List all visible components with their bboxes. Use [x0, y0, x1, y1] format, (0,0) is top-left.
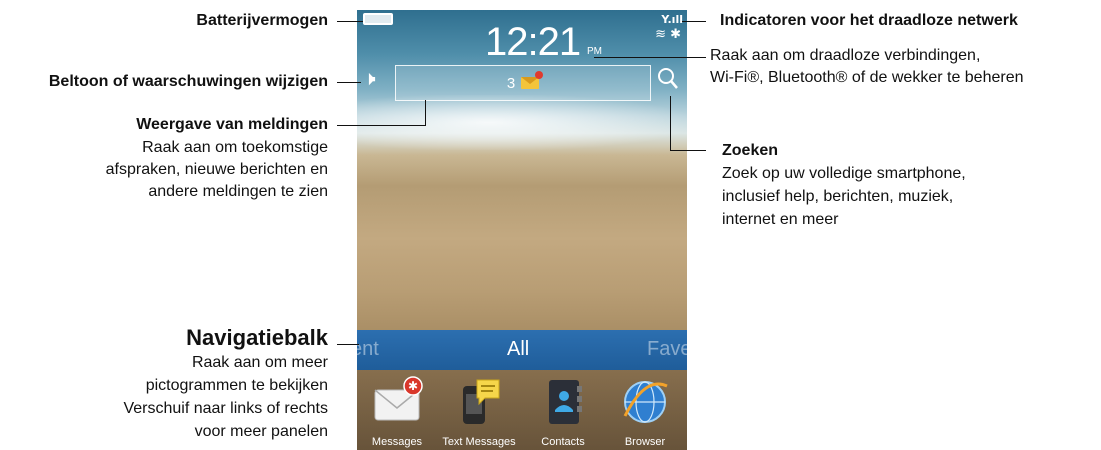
app-text-messages[interactable]: Text Messages: [439, 376, 519, 448]
text-messages-icon: [463, 379, 500, 424]
svg-text:✱: ✱: [408, 379, 418, 393]
battery-icon: [363, 13, 393, 25]
callout-line-search: [670, 150, 706, 151]
callout-manage-line2: Wi-Fi®, Bluetooth® of de wekker te beher…: [710, 69, 1024, 86]
callout-search-title: Zoeken: [722, 142, 779, 159]
callout-navigation-line4: voor meer panelen: [194, 423, 328, 440]
nav-tab-previous[interactable]: ent: [357, 338, 379, 361]
callout-line-manage: [594, 57, 706, 58]
callout-line-search-vertical: [670, 96, 671, 150]
callout-navigation-title: Navigatiebalk: [186, 325, 328, 350]
callout-line-battery: [337, 21, 363, 22]
app-messages[interactable]: ✱ Messages: [357, 376, 437, 448]
home-screen: Y.ıll ≋ ✱ 12:21 PM 🕨 3 ent All Fave ✱ Me…: [357, 10, 687, 450]
callout-navigation-line1: Raak aan om meer: [191, 354, 328, 371]
navigation-bar[interactable]: ent All Fave: [357, 330, 687, 370]
callout-line-ringtone: [337, 82, 361, 83]
envelope-icon: [521, 71, 544, 89]
callout-line-wireless: [682, 21, 706, 22]
clock-time[interactable]: 12:21: [485, 20, 581, 65]
callout-notifications-line2: afspraken, nieuwe berichten en: [105, 161, 328, 178]
app-label: Text Messages: [442, 436, 516, 448]
app-label: Contacts: [541, 436, 585, 448]
callout-battery: Batterijvermogen: [196, 12, 328, 29]
notification-count: 3: [506, 74, 516, 92]
app-dock: ✱ Messages Text Messages Contacts Browse…: [357, 370, 687, 450]
notification-bar[interactable]: 3: [395, 65, 651, 101]
wifi-bluetooth-icon[interactable]: ≋ ✱: [655, 27, 681, 42]
contacts-icon: [549, 380, 582, 424]
callout-manage-line1: Raak aan om draadloze verbindingen,: [710, 47, 981, 64]
clock-ampm: PM: [587, 46, 602, 57]
search-icon[interactable]: [657, 67, 679, 91]
app-browser[interactable]: Browser: [605, 376, 685, 448]
browser-icon: [623, 381, 668, 423]
new-badge-icon: [535, 71, 544, 79]
app-label: Browser: [624, 436, 666, 448]
callout-line-notifications: [337, 125, 425, 126]
callout-notifications-title: Weergave van meldingen: [136, 116, 328, 133]
callout-ringtone: Beltoon of waarschuwingen wijzigen: [48, 73, 328, 90]
callout-navigation-line3: Verschuif naar links of rechts: [123, 400, 328, 417]
speaker-icon[interactable]: 🕨: [363, 66, 376, 90]
app-contacts[interactable]: Contacts: [523, 376, 603, 448]
messages-icon: ✱: [374, 376, 423, 421]
callout-line-navigation: [337, 344, 359, 345]
callout-search-line3: internet en meer: [722, 211, 839, 228]
background-wave: [357, 95, 687, 150]
app-label: Messages: [371, 436, 423, 448]
callout-line-notifications-vertical: [425, 100, 426, 126]
callout-notifications-line1: Raak aan om toekomstige: [142, 139, 328, 156]
callout-search-line2: inclusief help, berichten, muziek,: [722, 188, 954, 205]
signal-strength-icon[interactable]: Y.ıll: [661, 13, 683, 26]
callout-wireless: Indicatoren voor het draadloze netwerk: [720, 12, 1018, 29]
callout-notifications-line3: andere meldingen te zien: [148, 183, 328, 200]
callout-search-line1: Zoek op uw volledige smartphone,: [722, 165, 966, 182]
nav-tab-all[interactable]: All: [507, 338, 529, 361]
callout-navigation-line2: pictogrammen te bekijken: [145, 377, 328, 394]
nav-tab-next[interactable]: Fave: [647, 338, 687, 361]
